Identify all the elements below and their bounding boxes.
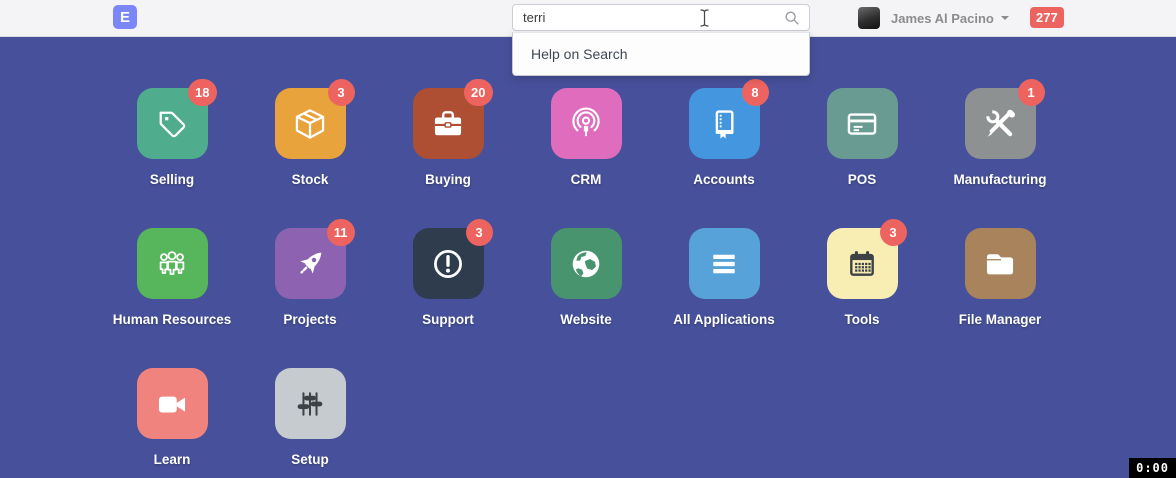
search-input[interactable] bbox=[513, 10, 784, 25]
folder-icon bbox=[965, 228, 1036, 299]
credit-card-icon bbox=[827, 88, 898, 159]
people-icon bbox=[137, 228, 208, 299]
app-label: Selling bbox=[150, 172, 194, 187]
app-pos[interactable]: POS bbox=[793, 88, 931, 187]
app-selling[interactable]: 18 Selling bbox=[103, 88, 241, 187]
app-label: CRM bbox=[571, 172, 602, 187]
video-camera-icon bbox=[137, 368, 208, 439]
open-count-badge: 8 bbox=[742, 79, 769, 106]
briefcase-icon: 20 bbox=[413, 88, 484, 159]
app-manufacturing[interactable]: 1 Manufacturing bbox=[931, 88, 1069, 187]
app-row: Learn Setup bbox=[103, 368, 379, 467]
notifications-badge[interactable]: 277 bbox=[1030, 7, 1064, 28]
app-website[interactable]: Website bbox=[517, 228, 655, 327]
open-count-badge: 20 bbox=[464, 79, 492, 106]
sliders-icon bbox=[275, 368, 346, 439]
search-dropdown-item-help[interactable]: Help on Search bbox=[513, 33, 809, 75]
app-label: Learn bbox=[154, 452, 191, 467]
app-label: Manufacturing bbox=[954, 172, 1047, 187]
open-count-badge: 18 bbox=[188, 79, 216, 106]
app-crm[interactable]: CRM bbox=[517, 88, 655, 187]
desktop: 18Selling3Stock20BuyingCRM8AccountsPOS1M… bbox=[0, 37, 1176, 478]
app-human-resources[interactable]: Human Resources bbox=[103, 228, 241, 327]
open-count-badge: 1 bbox=[1018, 79, 1045, 106]
app-learn[interactable]: Learn bbox=[103, 368, 241, 467]
app-file-manager[interactable]: File Manager bbox=[931, 228, 1069, 327]
user-avatar[interactable] bbox=[858, 7, 880, 29]
search-dropdown: Help on Search bbox=[512, 32, 810, 76]
open-count-badge: 3 bbox=[880, 219, 907, 246]
user-name: James Al Pacino bbox=[891, 11, 994, 26]
tag-icon: 18 bbox=[137, 88, 208, 159]
app-label: Accounts bbox=[693, 172, 755, 187]
app-label: Projects bbox=[283, 312, 336, 327]
global-search bbox=[512, 4, 810, 31]
open-count-badge: 3 bbox=[466, 219, 493, 246]
tools-icon: 1 bbox=[965, 88, 1036, 159]
app-projects[interactable]: 11 Projects bbox=[241, 228, 379, 327]
app-label: Support bbox=[422, 312, 474, 327]
app-label: All Applications bbox=[673, 312, 775, 327]
app-label: Human Resources bbox=[113, 312, 232, 327]
calendar-icon: 3 bbox=[827, 228, 898, 299]
box-icon: 3 bbox=[275, 88, 346, 159]
menu-icon bbox=[689, 228, 760, 299]
app-label: Setup bbox=[291, 452, 329, 467]
search-icon[interactable] bbox=[784, 10, 800, 26]
app-label: Website bbox=[560, 312, 612, 327]
app-label: Tools bbox=[845, 312, 880, 327]
chevron-down-icon bbox=[1001, 16, 1009, 20]
recording-timer: 0:00 bbox=[1129, 458, 1176, 478]
app-row: Human Resources 11 Projects 3 Support Website… bbox=[103, 228, 1069, 327]
user-menu[interactable]: James Al Pacino bbox=[858, 0, 1009, 36]
app-tools[interactable]: 3 Tools bbox=[793, 228, 931, 327]
app-label: File Manager bbox=[959, 312, 1042, 327]
app-buying[interactable]: 20 Buying bbox=[379, 88, 517, 187]
app-support[interactable]: 3 Support bbox=[379, 228, 517, 327]
globe-icon bbox=[551, 228, 622, 299]
alert-circle-icon: 3 bbox=[413, 228, 484, 299]
app-accounts[interactable]: 8 Accounts bbox=[655, 88, 793, 187]
app-all-applications[interactable]: All Applications bbox=[655, 228, 793, 327]
open-count-badge: 11 bbox=[327, 219, 355, 246]
app-logo[interactable]: E bbox=[113, 5, 137, 29]
app-stock[interactable]: 3 Stock bbox=[241, 88, 379, 187]
ledger-icon: 8 bbox=[689, 88, 760, 159]
rocket-icon: 11 bbox=[275, 228, 346, 299]
app-row: 18 Selling 3 Stock 20 Buying CRM 8 Accounts POS 1 M… bbox=[103, 88, 1069, 187]
app-setup[interactable]: Setup bbox=[241, 368, 379, 467]
app-label: POS bbox=[848, 172, 877, 187]
open-count-badge: 3 bbox=[328, 79, 355, 106]
app-label: Buying bbox=[425, 172, 471, 187]
podcast-icon bbox=[551, 88, 622, 159]
app-label: Stock bbox=[292, 172, 329, 187]
